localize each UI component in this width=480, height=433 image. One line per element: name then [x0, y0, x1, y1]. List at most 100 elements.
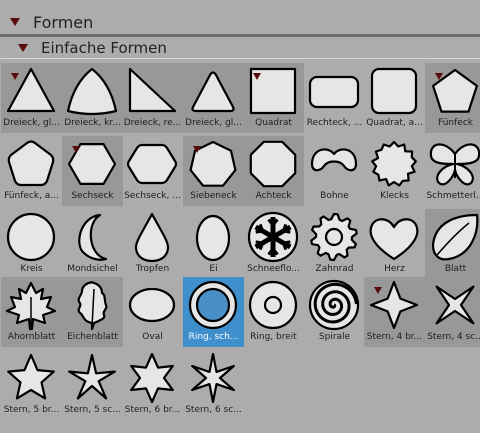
splat-icon: [371, 140, 417, 187]
shape-item[interactable]: Sechseck, ...: [122, 136, 183, 206]
shape-label: Eichenblatt: [67, 332, 118, 342]
shape-label: Bohne: [320, 191, 349, 201]
submenu-arrow-icon[interactable]: [193, 146, 201, 153]
shape-item[interactable]: Dreieck, gl...: [183, 63, 244, 133]
shape-item[interactable]: Schneeflo...: [243, 209, 304, 279]
star-4-narrow-icon: [435, 285, 475, 325]
submenu-arrow-icon[interactable]: [374, 287, 382, 294]
butterfly-icon: [429, 143, 480, 186]
shape-item[interactable]: Stern, 4 sc...: [425, 277, 480, 347]
shape-item[interactable]: Stern, 6 br...: [122, 350, 183, 420]
shape-item[interactable]: Siebeneck: [183, 136, 244, 206]
shape-item[interactable]: Tropfen: [122, 209, 183, 279]
submenu-arrow-icon[interactable]: [253, 73, 261, 80]
shape-item[interactable]: Blatt: [425, 209, 480, 279]
shape-item[interactable]: Dreieck, re...: [122, 63, 183, 133]
shape-label: Spirale: [318, 332, 351, 342]
shape-item[interactable]: Sechseck: [62, 136, 123, 206]
shape-item[interactable]: Quadrat: [243, 63, 304, 133]
shape-item[interactable]: Bohne: [304, 136, 365, 206]
star-5-narrow-icon: [68, 353, 116, 400]
collapse-arrow-icon[interactable]: [18, 44, 28, 52]
shape-label: Oval: [142, 332, 163, 342]
shape-item[interactable]: Achteck: [243, 136, 304, 206]
shape-label: Stern, 5 sc...: [64, 405, 121, 415]
shape-item[interactable]: Ring, sch...: [183, 277, 244, 347]
shape-label: Ei: [209, 264, 218, 274]
shape-label: Dreieck, gl...: [185, 118, 242, 128]
shape-label: Tropfen: [135, 264, 170, 274]
oak-leaf-icon: [77, 281, 108, 331]
header-divider: [0, 34, 480, 37]
star-6-wide-icon: [130, 352, 174, 404]
shape-item[interactable]: Zahnrad: [304, 209, 365, 279]
shape-item[interactable]: Spirale: [304, 277, 365, 347]
curved-triangle-icon: [66, 67, 118, 116]
oval-icon: [128, 287, 176, 323]
section-title: Einfache Formen: [41, 39, 167, 57]
shape-label: Quadrat: [255, 118, 292, 128]
shape-item[interactable]: Fünfeck, a...: [1, 136, 62, 206]
shape-item[interactable]: Rechteck, ...: [304, 63, 365, 133]
crescent-icon: [78, 213, 108, 261]
rounded-pentagon-icon: [7, 140, 55, 187]
shape-label: Rechteck, ...: [306, 118, 363, 128]
drop-icon: [134, 212, 170, 263]
shape-item[interactable]: Quadrat, a...: [364, 63, 425, 133]
submenu-arrow-icon[interactable]: [435, 73, 443, 80]
snowflake-icon: [247, 211, 299, 263]
formen-header[interactable]: Formen: [0, 10, 480, 34]
octagon-icon: [249, 140, 297, 188]
panel-title: Formen: [33, 12, 94, 32]
submenu-arrow-icon[interactable]: [11, 73, 19, 80]
shape-item[interactable]: Oval: [122, 277, 183, 347]
leaf-icon: [431, 213, 479, 261]
shape-item[interactable]: Stern, 6 sc...: [183, 350, 244, 420]
shape-label: Klecks: [380, 191, 409, 201]
shape-label: Quadrat, a...: [366, 118, 423, 128]
heart-icon: [369, 218, 419, 261]
shape-label: Blatt: [444, 264, 467, 274]
collapse-arrow-icon[interactable]: [10, 18, 20, 26]
shape-label: Stern, 4 br...: [366, 332, 423, 342]
spiral-icon: [308, 279, 360, 331]
gear-icon: [310, 212, 358, 262]
shape-item[interactable]: Ahornblatt: [1, 277, 62, 347]
shape-item[interactable]: Stern, 5 br...: [1, 350, 62, 420]
section-divider: [0, 58, 480, 59]
shape-item[interactable]: Dreieck, kr...: [62, 63, 123, 133]
shape-item[interactable]: Kreis: [1, 209, 62, 279]
shape-item[interactable]: Ring, breit: [243, 277, 304, 347]
shape-item[interactable]: Schmetterl...: [425, 136, 480, 206]
maple-leaf-icon: [5, 281, 57, 331]
shape-item[interactable]: Dreieck, gl...: [1, 63, 62, 133]
shape-item[interactable]: Klecks: [364, 136, 425, 206]
shape-label: Schmetterl...: [426, 191, 480, 201]
shape-item[interactable]: Stern, 5 sc...: [62, 350, 123, 420]
rounded-hexagon-icon: [126, 143, 178, 185]
shape-label: Fünfeck: [438, 118, 473, 128]
shape-label: Schneeflo...: [247, 264, 300, 274]
shape-label: Achteck: [255, 191, 292, 201]
shape-item[interactable]: Herz: [364, 209, 425, 279]
submenu-arrow-icon[interactable]: [72, 146, 80, 153]
shape-label: Ahornblatt: [7, 332, 56, 342]
shape-label: Sechseck: [71, 191, 114, 201]
shape-item[interactable]: Ei: [183, 209, 244, 279]
shape-item[interactable]: Eichenblatt: [62, 277, 123, 347]
right-triangle-icon: [128, 67, 177, 113]
shape-label: Stern, 4 sc...: [427, 332, 480, 342]
shape-item[interactable]: Mondsichel: [62, 209, 123, 279]
shape-item[interactable]: Fünfeck: [425, 63, 480, 133]
einfache-formen-header[interactable]: Einfache Formen: [0, 38, 480, 58]
shape-label: Siebeneck: [190, 191, 237, 201]
shape-label: Zahnrad: [315, 264, 354, 274]
shape-label: Stern, 6 sc...: [185, 405, 242, 415]
star-6-narrow-icon: [191, 352, 235, 404]
egg-icon: [195, 214, 231, 262]
shape-label: Ring, sch...: [188, 332, 239, 342]
shape-label: Kreis: [20, 264, 43, 274]
shape-label: Herz: [384, 264, 405, 274]
rounded-square-icon: [370, 67, 418, 115]
shape-item[interactable]: Stern, 4 br...: [364, 277, 425, 347]
